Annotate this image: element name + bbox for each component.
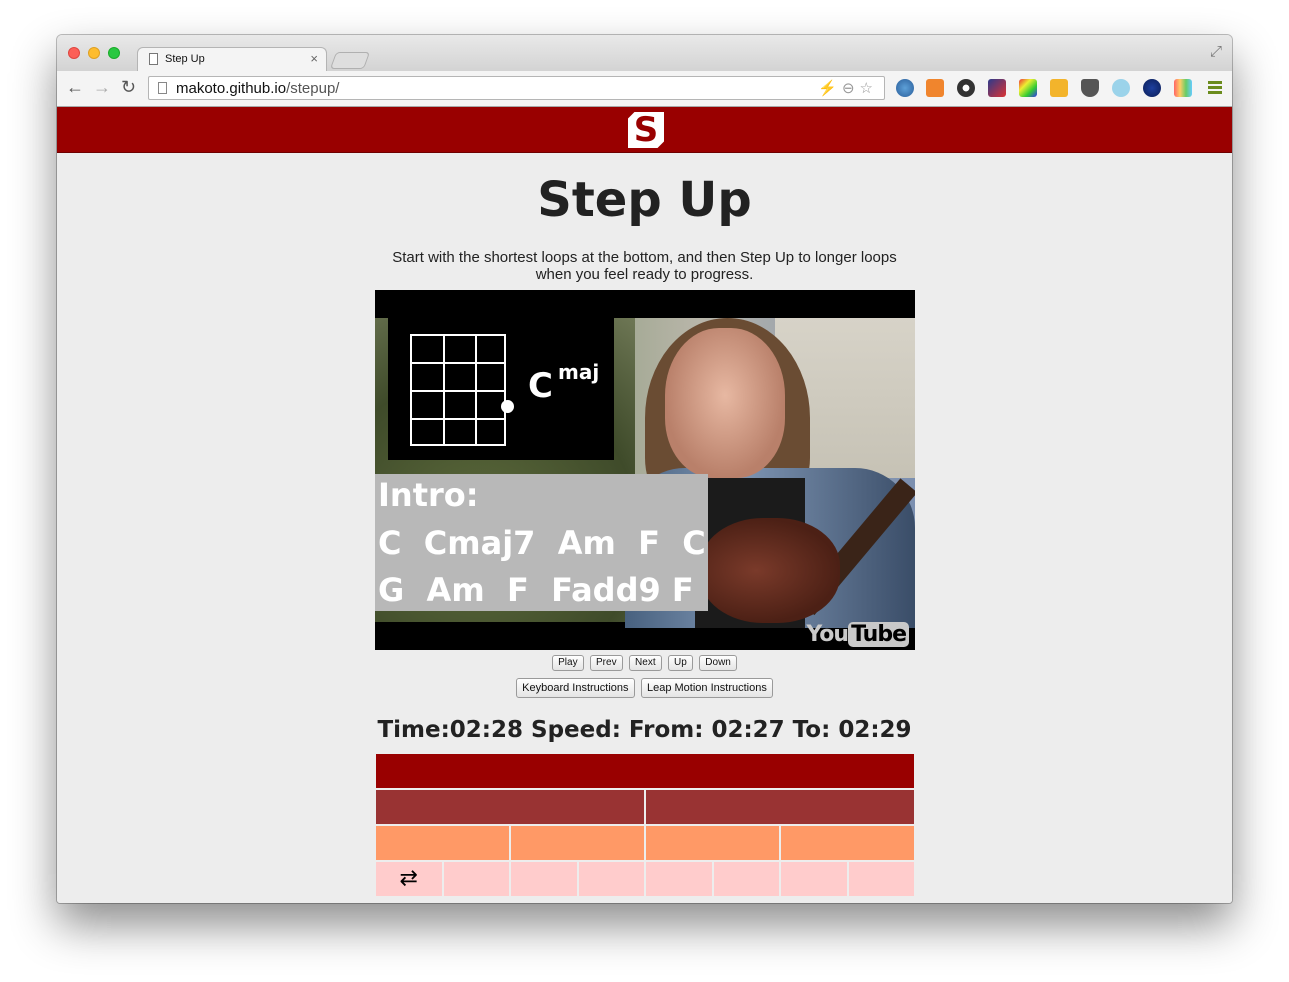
palette-icon[interactable] xyxy=(1019,79,1037,97)
video-player[interactable]: C maj Intro: C Cmaj7 Am F C G Am F Fadd9… xyxy=(375,290,915,650)
page-icon xyxy=(149,53,158,65)
site-header: S xyxy=(57,107,1232,153)
tab-step-up[interactable]: Step Up × xyxy=(137,47,327,71)
loop-segment[interactable] xyxy=(848,862,914,896)
globe-icon[interactable] xyxy=(896,79,914,97)
gear-icon[interactable] xyxy=(957,79,975,97)
ukulele-body xyxy=(700,518,840,623)
video-frame: C maj Intro: C Cmaj7 Am F C G Am F Fadd9… xyxy=(375,318,915,628)
maximize-window-button[interactable] xyxy=(108,47,120,59)
drop-icon[interactable] xyxy=(1112,79,1130,97)
loop-segment[interactable] xyxy=(511,826,644,860)
tab-close-icon[interactable]: × xyxy=(310,51,318,66)
loop-segment[interactable] xyxy=(578,862,644,896)
down-button[interactable]: Down xyxy=(699,655,737,671)
loop-segment[interactable]: ⇄ xyxy=(376,862,442,896)
youtube-logo[interactable]: You Tube xyxy=(806,622,909,647)
url-text[interactable]: makoto.github.io/stepup/ xyxy=(176,80,339,97)
loop-segment[interactable] xyxy=(376,754,914,788)
chord-lyrics-overlay: Intro: C Cmaj7 Am F C G Am F Fadd9 F xyxy=(375,474,708,611)
address-bar[interactable]: makoto.github.io/stepup/ ⚡⊖☆ xyxy=(148,76,885,100)
box-icon[interactable] xyxy=(1050,79,1068,97)
loop-segment[interactable] xyxy=(376,790,644,824)
ftp-icon[interactable] xyxy=(1143,79,1161,97)
lyric-line: Intro: xyxy=(378,476,479,514)
loop-segment[interactable] xyxy=(781,826,914,860)
url-path: /stepup/ xyxy=(286,80,340,97)
lyric-line: C Cmaj7 Am F C xyxy=(378,524,706,562)
rainbow-icon[interactable] xyxy=(1174,79,1192,97)
page-content: S Step Up Start with the shortest loops … xyxy=(57,107,1232,903)
menu-icon[interactable] xyxy=(1208,81,1222,96)
rss-icon[interactable] xyxy=(926,79,944,97)
back-icon[interactable]: ← xyxy=(66,77,84,97)
repeat-icon: ⇄ xyxy=(399,866,418,891)
loop-grid: ⇄ xyxy=(376,754,914,898)
loop-row xyxy=(376,790,914,824)
chord-suffix: maj xyxy=(558,360,600,384)
prev-button[interactable]: Prev xyxy=(590,655,623,671)
loop-segment[interactable] xyxy=(646,862,712,896)
loop-segment[interactable] xyxy=(646,790,914,824)
chord-name: C xyxy=(528,366,553,406)
youtube-logo-you: You xyxy=(806,622,849,647)
finger-dot xyxy=(501,400,514,413)
page-title: Step Up xyxy=(537,172,752,228)
fret-grid xyxy=(410,334,506,446)
loop-segment[interactable] xyxy=(781,862,847,896)
loop-segment[interactable] xyxy=(376,826,509,860)
time-status: Time:02:28 Speed: From: 02:27 To: 02:29 xyxy=(377,717,912,743)
loop-row xyxy=(376,754,914,788)
loop-row xyxy=(376,826,914,860)
url-host: makoto.github.io xyxy=(176,80,287,97)
forward-icon[interactable]: → xyxy=(93,77,111,97)
close-window-button[interactable] xyxy=(68,47,80,59)
site-logo[interactable]: S xyxy=(628,112,664,148)
video-person-head xyxy=(665,328,785,478)
play-button[interactable]: Play xyxy=(552,655,584,671)
loop-segment[interactable] xyxy=(511,862,577,896)
leap-motion-instructions-button[interactable]: Leap Motion Instructions xyxy=(640,678,773,698)
up-button[interactable]: Up xyxy=(668,655,693,671)
playback-controls: Play Prev Next Up Down xyxy=(57,652,1232,671)
lyric-line: G Am F Fadd9 F xyxy=(378,571,694,609)
intro-text: Start with the shortest loops at the bot… xyxy=(392,249,897,283)
instruction-controls: Keyboard Instructions Leap Motion Instru… xyxy=(57,678,1232,698)
browser-window: Step Up × ⤢ ← → ↻ makoto.github.io/stepu… xyxy=(57,35,1232,903)
omnibox-icons[interactable]: ⚡⊖☆ xyxy=(818,79,878,97)
chord-diagram: C maj xyxy=(388,318,614,460)
loop-segment[interactable] xyxy=(646,826,779,860)
image-icon[interactable] xyxy=(988,79,1006,97)
fullscreen-icon[interactable]: ⤢ xyxy=(1210,43,1222,60)
new-tab-button[interactable] xyxy=(329,52,371,69)
tab-title: Step Up xyxy=(165,53,205,65)
pocket-icon[interactable] xyxy=(1081,79,1099,97)
reload-icon[interactable]: ↻ xyxy=(121,77,136,97)
loop-segment[interactable] xyxy=(443,862,509,896)
keyboard-instructions-button[interactable]: Keyboard Instructions xyxy=(516,678,635,698)
youtube-logo-tube: Tube xyxy=(848,622,909,647)
tab-strip: Step Up × ⤢ xyxy=(57,35,1232,71)
minimize-window-button[interactable] xyxy=(88,47,100,59)
browser-toolbar: ← → ↻ makoto.github.io/stepup/ ⚡⊖☆ xyxy=(57,71,1232,107)
page-info-icon xyxy=(158,82,167,94)
next-button[interactable]: Next xyxy=(629,655,662,671)
loop-row: ⇄ xyxy=(376,862,914,896)
loop-segment[interactable] xyxy=(713,862,779,896)
